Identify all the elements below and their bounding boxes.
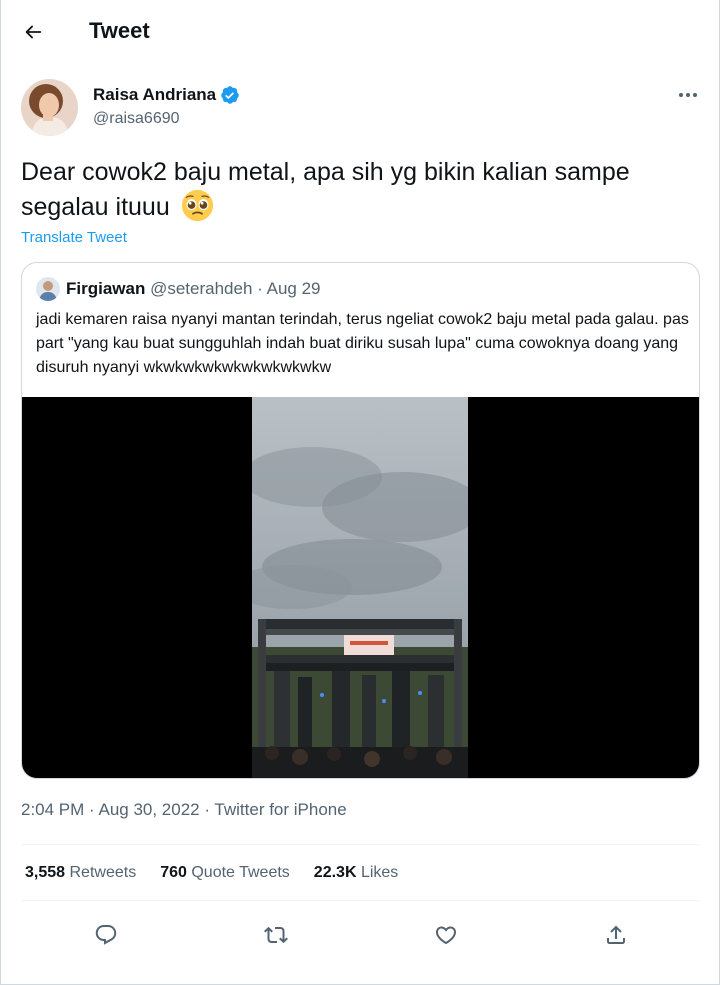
reply-button[interactable]: [87, 916, 125, 954]
quoted-author-handle: @seterahdeh: [150, 279, 253, 298]
page-title: Tweet: [89, 18, 150, 43]
concert-video-frame: [252, 397, 468, 778]
likes-count: 22.3K: [313, 864, 357, 881]
tweet-actions: [1, 916, 720, 954]
quote-tweets-label: Quote Tweets: [191, 864, 290, 881]
divider: [21, 900, 700, 901]
like-button[interactable]: [427, 916, 465, 954]
quoted-author-name: Firgiawan: [66, 279, 146, 298]
share-icon: [607, 925, 625, 944]
likes-label: Likes: [360, 864, 399, 881]
author-handle[interactable]: @raisa6690: [93, 110, 180, 128]
reply-icon: [95, 925, 117, 945]
retweet-icon: [264, 926, 288, 944]
tweet-text: Dear cowok2 baju metal, apa sih yg bikin…: [21, 156, 711, 224]
quoted-text: jadi kemaren raisa nyanyi mantan terinda…: [36, 311, 689, 376]
quote-tweets-count: 760: [160, 864, 187, 881]
quoted-date: Aug 29: [266, 279, 321, 298]
more-options-button[interactable]: [669, 82, 707, 108]
quoted-tweet[interactable]: Firgiawan @seterahdeh · Aug 29 jadi kema…: [21, 262, 700, 779]
retweets-count: 3,558: [25, 864, 66, 881]
quote-tweets-stat[interactable]: 760 Quote Tweets: [160, 864, 290, 882]
divider: [21, 844, 700, 845]
quoted-video[interactable]: [22, 397, 699, 778]
likes-stat[interactable]: 22.3K Likes: [314, 864, 399, 882]
arrow-left-icon: [25, 25, 42, 39]
avatar-photo: [21, 79, 78, 136]
more-icon: [679, 93, 697, 97]
verified-badge-icon: [221, 86, 239, 104]
author-avatar[interactable]: [21, 79, 78, 136]
quoted-separator: ·: [257, 279, 263, 298]
quoted-avatar-photo: [36, 277, 60, 301]
concert-stage-image: [252, 397, 468, 778]
heart-icon: [435, 926, 457, 945]
share-button[interactable]: [597, 916, 635, 954]
page-header: Tweet: [1, 0, 720, 64]
quoted-author-avatar: [36, 277, 60, 301]
pleading-face-emoji-icon: [181, 189, 213, 222]
author-name[interactable]: Raisa Andriana: [93, 85, 240, 105]
retweet-button[interactable]: [257, 916, 295, 954]
tweet-page: Tweet Raisa Andriana @raisa6690 Dear cow…: [0, 0, 720, 985]
tweet-timestamp[interactable]: 2:04 PM · Aug 30, 2022 · Twitter for iPh…: [21, 800, 347, 820]
tweet-text-content: Dear cowok2 baju metal, apa sih yg bikin…: [21, 158, 630, 221]
tweet-stats: 3,558 Retweets 760 Quote Tweets 22.3K Li…: [25, 864, 398, 882]
quoted-header: Firgiawan @seterahdeh · Aug 29: [66, 279, 321, 299]
author-name-text: Raisa Andriana: [93, 85, 217, 104]
retweets-label: Retweets: [69, 864, 137, 881]
back-button[interactable]: [15, 14, 51, 50]
retweets-stat[interactable]: 3,558 Retweets: [25, 864, 136, 882]
translate-tweet-link[interactable]: Translate Tweet: [21, 229, 127, 246]
